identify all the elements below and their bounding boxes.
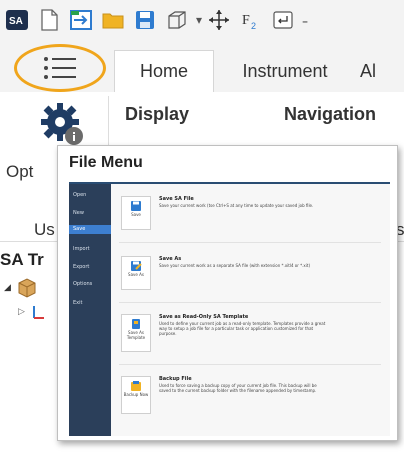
preview-save-as-tile: Save As	[121, 256, 151, 290]
preview-tile-caption: Backup Now	[123, 392, 149, 397]
ribbon-tab-row: Home Instrument Al	[0, 40, 404, 92]
customize-arrow-icon[interactable]: ₌	[300, 13, 310, 27]
options-label[interactable]: Opt	[6, 162, 33, 182]
open-icon[interactable]	[66, 5, 96, 35]
svg-text:2: 2	[251, 21, 256, 31]
preview-tile-caption: Save As Template	[126, 330, 146, 340]
dropdown-arrow-icon[interactable]: ▾	[194, 13, 204, 27]
tab-home[interactable]: Home	[114, 50, 214, 92]
sa-logo-icon[interactable]: SA	[2, 5, 32, 35]
preview-backup-tile: Backup Now	[121, 376, 151, 414]
new-file-icon[interactable]	[34, 5, 64, 35]
save-as-icon	[131, 261, 142, 271]
preview-tile-caption: Save	[131, 212, 141, 217]
preview-entry-heading: Save SA File	[159, 196, 194, 202]
preview-sidebar: Open New Save Import Export Options Exit	[69, 184, 111, 436]
preview-divider	[119, 364, 381, 365]
expand-arrow-icon[interactable]: ◢	[4, 282, 11, 293]
svg-text:SA: SA	[9, 16, 23, 27]
preview-sidebar-item: Export	[73, 264, 90, 270]
preview-entry-heading: Save as Read-Only SA Template	[159, 314, 249, 320]
preview-entry-desc: Used to define your current job as a rea…	[159, 321, 326, 336]
preview-save-tile: Save	[121, 196, 151, 230]
tree-panel: ◢ ▷	[0, 276, 60, 356]
file-menu-button[interactable]	[14, 44, 106, 92]
collapse-arrow-icon[interactable]: ▷	[18, 306, 25, 317]
quick-access-toolbar: SA ▾ F2 ₌	[0, 0, 404, 40]
preview-entry-heading: Backup File	[159, 376, 192, 382]
move-icon[interactable]	[204, 5, 234, 35]
svg-text:F: F	[242, 13, 250, 28]
cube-icon[interactable]	[162, 5, 192, 35]
axis-icon[interactable]	[30, 304, 46, 325]
preview-sidebar-item: Exit	[73, 300, 83, 306]
navigation-group-label[interactable]: Navigation	[284, 104, 376, 125]
preview-tile-caption: Save As	[128, 272, 144, 277]
preview-main: Save Save SA File Save your current work…	[111, 184, 390, 436]
ribbon-divider	[108, 96, 109, 148]
file-menu-tooltip: File Menu Open New Save Import Export Op…	[57, 145, 398, 441]
preview-divider	[119, 302, 381, 303]
enter-icon[interactable]	[268, 5, 298, 35]
preview-sidebar-item-selected: Save	[69, 225, 111, 234]
save-icon[interactable]	[130, 5, 160, 35]
preview-sidebar-item: Open	[73, 192, 87, 198]
tree-panel-title: SA Tr	[0, 250, 44, 269]
preview-entry-desc: Used to force saving a backup copy of yo…	[159, 383, 317, 393]
preview-divider	[119, 242, 381, 243]
preview-entry-desc: Save your current work as a separate SA …	[159, 263, 311, 268]
tab-instrument[interactable]: Instrument	[226, 50, 344, 92]
file-menu-preview: Open New Save Import Export Options Exit…	[69, 184, 390, 436]
folder-icon[interactable]	[98, 5, 128, 35]
f2-icon[interactable]: F2	[236, 5, 266, 35]
job-box-icon[interactable]	[16, 276, 38, 303]
save-icon	[131, 201, 141, 211]
tab-partial[interactable]: Al	[360, 50, 400, 92]
file-menu-title: File Menu	[69, 154, 143, 171]
preview-sidebar-item: Options	[73, 281, 93, 287]
template-icon	[132, 319, 140, 329]
display-group-label[interactable]: Display	[125, 104, 189, 125]
preview-entry-desc: Save your current work (tse Ctrl+S at an…	[159, 203, 314, 208]
hamburger-menu-icon	[44, 57, 76, 79]
preview-sidebar-item: Import	[73, 246, 90, 252]
preview-sidebar-item: New	[73, 210, 84, 216]
preview-template-tile: Save As Template	[121, 314, 151, 352]
backup-icon	[131, 381, 141, 391]
usage-group-label: Us	[34, 220, 55, 239]
preview-entry-heading: Save As	[159, 256, 182, 262]
